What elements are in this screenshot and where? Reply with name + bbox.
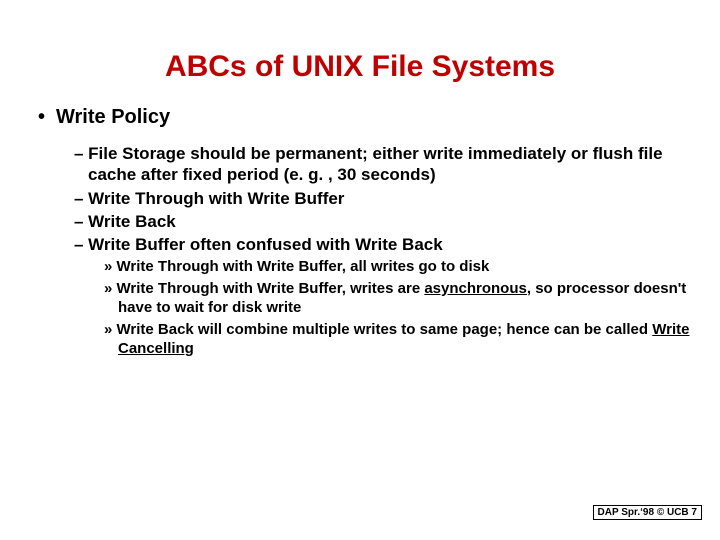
bullet-level1-text: Write Policy [56, 106, 170, 128]
bullet-dot: • [38, 106, 56, 129]
bullet-level2: – Write Buffer often confused with Write… [88, 234, 690, 255]
slide-title: ABCs of UNIX File Systems [30, 50, 690, 84]
bullet-level1: •Write Policy [38, 106, 690, 129]
footer-label: DAP Spr.‘98 © UCB 7 [593, 505, 702, 520]
text-fragment: » Write Through with Write Buffer, write… [104, 280, 424, 297]
bullet-level2: – Write Back [88, 211, 690, 232]
slide: ABCs of UNIX File Systems •Write Policy … [0, 0, 720, 540]
bullet-level3: » Write Through with Write Buffer, all w… [118, 257, 690, 277]
bullet-level3: » Write Back will combine multiple write… [118, 320, 690, 359]
bullet-level3: » Write Through with Write Buffer, write… [118, 279, 690, 318]
bullet-level2: – Write Through with Write Buffer [88, 188, 690, 209]
text-fragment: » Write Back will combine multiple write… [104, 321, 652, 338]
bullet-level2: – File Storage should be permanent; eith… [88, 143, 690, 186]
underline-text: asynchronous [424, 280, 527, 297]
